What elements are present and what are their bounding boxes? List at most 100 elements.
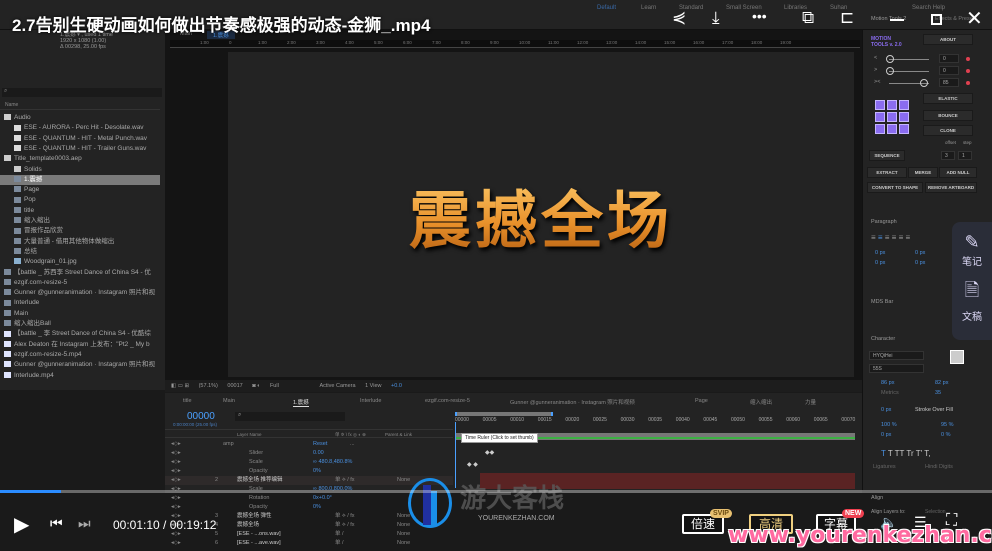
remove-artboard-button[interactable]: REMOVE ARTBOARD <box>925 182 977 193</box>
hindi-digits-checkbox[interactable]: Hindi Digits <box>925 464 953 470</box>
anchor-point-button[interactable] <box>887 112 897 122</box>
layer-value[interactable]: 0% <box>313 467 321 476</box>
baseline-field[interactable]: 0 px <box>881 432 891 438</box>
share-icon[interactable]: ⋞ <box>672 8 686 28</box>
progress-bar[interactable] <box>0 490 992 493</box>
maximize-icon[interactable] <box>931 14 942 25</box>
layer-value[interactable]: 0x+0.0° <box>313 494 332 503</box>
timeline-tab[interactable]: title <box>183 398 192 404</box>
project-item[interactable]: Woodgrain_01.jpg <box>0 257 160 267</box>
project-item[interactable]: 【battle _ 苏西李 Street Dance of China S4 -… <box>0 268 160 278</box>
layer-value[interactable]: 单 / <box>335 530 344 539</box>
motion-slider[interactable]: >< 85 <box>869 78 989 88</box>
parent-select[interactable]: None <box>397 476 410 485</box>
project-item[interactable]: Main <box>0 309 160 319</box>
timeline-tab[interactable]: Main <box>223 398 235 404</box>
align-layers-to-select[interactable]: Selection <box>925 509 946 515</box>
align-buttons[interactable]: ≡ ≡ ≡ ≡ ≡ ≡ <box>871 233 910 242</box>
leading-field[interactable]: 82 px <box>935 380 948 386</box>
add-null-button[interactable]: ADD NULL <box>939 167 977 178</box>
project-item[interactable]: Gunner @gunneranimation · Instagram 照片和视 <box>0 288 160 298</box>
search-help-input[interactable]: Search Help <box>912 5 945 11</box>
motion-slider[interactable]: >0 <box>869 66 989 76</box>
previous-icon[interactable]: ⏮ <box>50 515 63 532</box>
keyframe-icon[interactable]: ◆ ◆ <box>467 461 478 468</box>
views-select[interactable]: 1 View <box>365 380 381 392</box>
timeline-tab[interactable]: 1.震撼 <box>293 398 309 407</box>
layer-search-input[interactable]: ⌕ <box>235 412 345 421</box>
layer-row[interactable]: ◂◇▸ Opacity 0% <box>165 467 453 476</box>
project-item[interactable]: 缩入缩出Ball <box>0 319 160 329</box>
keyframe-nav-icon[interactable]: ◂◇▸ <box>171 503 181 512</box>
layer-value[interactable]: Reset <box>313 440 327 449</box>
anchor-point-button[interactable] <box>899 112 909 122</box>
parent-select[interactable]: None <box>397 521 410 530</box>
keyframe-nav-icon[interactable]: ◂◇▸ <box>171 458 181 467</box>
project-item[interactable]: ESE - QUANTUM - HIT - Trailer Guns.wav <box>0 144 160 154</box>
frame-field[interactable]: 00017 <box>227 380 242 392</box>
play-icon[interactable]: ▶ <box>14 512 29 537</box>
subscript[interactable]: T, <box>924 449 930 458</box>
slider-thumb[interactable] <box>886 67 894 75</box>
parent-select[interactable]: None <box>397 512 410 521</box>
snapshot-icon[interactable]: ◙ ◐ <box>252 380 260 392</box>
timeline-tab[interactable]: Interlude <box>360 398 381 404</box>
fill-color-swatch[interactable] <box>950 350 964 364</box>
layer-name-header[interactable]: Layer Name <box>237 432 262 437</box>
slider-thumb[interactable] <box>920 79 928 87</box>
keyframe-nav-icon[interactable]: ◂◇▸ <box>171 476 181 485</box>
anchor-point-button[interactable] <box>899 124 909 134</box>
offset-field[interactable]: 3 <box>941 151 955 160</box>
kerning-field[interactable]: Metrics <box>881 390 899 396</box>
layer-value[interactable]: 单 ⟡ / fx <box>335 521 355 530</box>
project-item[interactable]: ESE - AURORA - Perc Hit - Desolate.wav <box>0 123 160 133</box>
anchor-point-button[interactable] <box>875 100 885 110</box>
small-caps[interactable]: Tr <box>906 449 913 458</box>
slider-thumb[interactable] <box>886 55 894 63</box>
document-ai-icon[interactable]: 🗎 <box>952 278 992 308</box>
project-search-input[interactable]: ⌕ <box>2 88 162 97</box>
keyframe-nav-icon[interactable]: ◂◇▸ <box>171 467 181 476</box>
keyframe-nav-icon[interactable]: ◂◇▸ <box>171 539 181 548</box>
extract-button[interactable]: EXTRACT <box>867 167 907 178</box>
viewer-icons[interactable]: ◧ ▭ ⊞ <box>171 380 189 392</box>
keyframe-nav-icon[interactable]: ◂◇▸ <box>171 449 181 458</box>
project-item[interactable]: 总结 <box>0 247 160 257</box>
workspace-default[interactable]: Default <box>597 5 616 11</box>
layer-row[interactable]: ◂◇▸ Slider 0.00 <box>165 449 453 458</box>
indent-left[interactable]: 0 px <box>875 250 885 256</box>
keyframe-icon[interactable]: ◆◆ <box>485 449 494 456</box>
project-item[interactable]: title <box>0 206 160 216</box>
layer-row[interactable]: ◂◇▸ 2 震撼全场 推荐编辑 单 ⟡ / fx None <box>165 476 453 485</box>
stroke-width-field[interactable]: 0 px <box>881 407 891 413</box>
layer-value[interactable]: 单 ⟡ / fx <box>335 512 355 521</box>
font-select[interactable]: HYQiHei <box>869 351 924 360</box>
anchor-point-button[interactable] <box>887 100 897 110</box>
active-camera-select[interactable]: Active Camera <box>319 380 355 392</box>
layer-value[interactable]: ∞ 480.8,480.8% <box>313 458 352 467</box>
font-size-field[interactable]: 86 px <box>881 380 894 386</box>
notes-label[interactable]: 笔记 <box>952 253 992 268</box>
clone-button[interactable]: CLONE <box>923 125 973 136</box>
all-caps[interactable]: TT <box>895 449 905 458</box>
layer-row[interactable]: ◂◇▸ 6 [ESE - ...ave.wav] 单 / None <box>165 539 453 548</box>
next-icon[interactable]: ⏭ <box>78 515 91 532</box>
keyframe-nav-icon[interactable]: ◂◇▸ <box>171 440 181 449</box>
project-item[interactable]: ESE - QUANTUM - HIT - Metal Punch.wav <box>0 134 160 144</box>
minimize-icon[interactable] <box>890 19 904 21</box>
bounce-button[interactable]: BOUNCE <box>923 110 973 121</box>
anchor-point-button[interactable] <box>887 124 897 134</box>
space-before[interactable]: 0 px <box>875 260 885 266</box>
project-item[interactable]: ezgif.com-resize-5.mp4 <box>0 350 160 360</box>
tracking-field[interactable]: 35 <box>935 390 941 396</box>
tsume-field[interactable]: 0 % <box>941 432 950 438</box>
download-icon[interactable]: ⤓ <box>712 8 720 28</box>
name-column-header[interactable]: Name <box>0 102 160 110</box>
project-item[interactable]: Title_template0003.aep <box>0 154 160 164</box>
close-icon[interactable]: ✕ <box>966 6 983 31</box>
project-item[interactable]: Audio <box>0 113 160 123</box>
faux-italic[interactable]: T <box>888 449 893 458</box>
anchor-point-button[interactable] <box>875 112 885 122</box>
stroke-mode-select[interactable]: Stroke Over Fill <box>915 407 953 413</box>
timeline-tab[interactable]: Page <box>695 398 708 404</box>
